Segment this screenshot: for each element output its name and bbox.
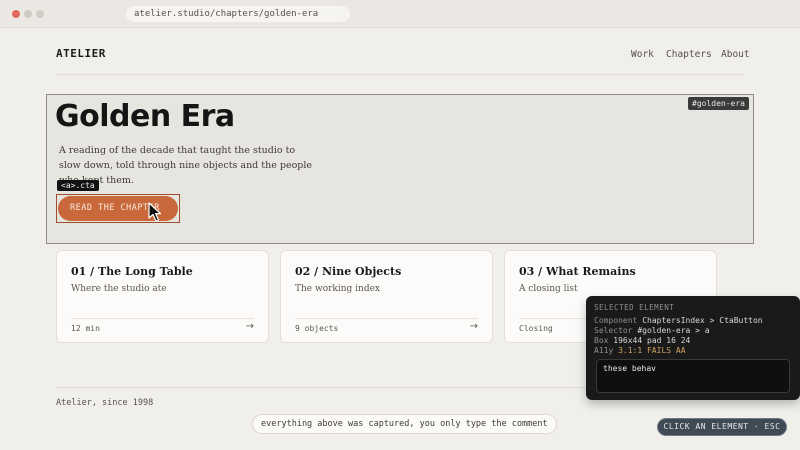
element-inspector-panel[interactable]: SELECTED ELEMENT Component ChaptersIndex…: [586, 296, 800, 400]
comment-input[interactable]: these behav: [596, 359, 790, 393]
arrow-right-icon[interactable]: →: [246, 321, 254, 332]
card-divider: [71, 318, 254, 319]
inspector-heading: SELECTED ELEMENT: [594, 303, 675, 312]
pick-element-button[interactable]: CLICK AN ELEMENT · ESC: [657, 418, 787, 436]
address-bar[interactable]: atelier.studio/chapters/golden-era: [126, 6, 350, 22]
chapter-card-long-table[interactable]: 01 / The Long Table Where the studio ate…: [56, 250, 269, 343]
minimize-window-icon[interactable]: [24, 10, 32, 18]
cta-element-tag: <a>.cta: [57, 180, 99, 191]
inspector-selector-row: Selector #golden-era > a: [594, 326, 710, 335]
card-meta: 9 objects: [295, 324, 339, 333]
card-subtitle: Where the studio ate: [71, 284, 167, 294]
site-logo[interactable]: ATELIER: [56, 47, 106, 60]
inspector-component-row: Component ChaptersIndex > CtaButton: [594, 316, 763, 325]
selector-label: Selector: [594, 326, 633, 335]
nav-link-chapters[interactable]: Chapters: [666, 49, 712, 60]
inspector-box-row: Box 196x44 pad 16 24: [594, 336, 690, 345]
card-title: 01 / The Long Table: [71, 265, 193, 278]
element-id-tag: #golden-era: [688, 97, 749, 110]
a11y-label: A11y: [594, 346, 614, 355]
box-value: 196x44 pad 16 24: [613, 336, 691, 345]
arrow-right-icon[interactable]: →: [470, 321, 478, 332]
footer-text: Atelier, since 1998: [56, 398, 154, 408]
card-meta: 12 min: [71, 324, 100, 333]
component-value: ChaptersIndex > CtaButton: [642, 316, 763, 325]
close-window-icon[interactable]: [12, 10, 20, 18]
selector-value: #golden-era > a: [637, 326, 710, 335]
capture-hint-caption: everything above was captured, you only …: [252, 414, 557, 434]
card-title: 03 / What Remains: [519, 265, 636, 278]
a11y-contrast-value: 3.1:1 FAILS AA: [618, 346, 686, 355]
browser-toolbar: atelier.studio/chapters/golden-era: [0, 0, 800, 28]
chapter-card-nine-objects[interactable]: 02 / Nine Objects The working index 9 ob…: [280, 250, 493, 343]
maximize-window-icon[interactable]: [36, 10, 44, 18]
card-title: 02 / Nine Objects: [295, 265, 402, 278]
card-subtitle: The working index: [295, 284, 380, 294]
card-subtitle: A closing list: [519, 284, 578, 294]
nav-link-work[interactable]: Work: [631, 49, 654, 60]
nav-link-about[interactable]: About: [721, 49, 750, 60]
header-divider: [56, 74, 744, 75]
card-meta: Closing: [519, 324, 553, 333]
mouse-cursor-icon: [148, 202, 162, 222]
card-divider: [295, 318, 478, 319]
page-title: Golden Era: [55, 99, 235, 134]
box-label: Box: [594, 336, 609, 345]
component-label: Component: [594, 316, 638, 325]
inspector-a11y-row: A11y 3.1:1 FAILS AA: [594, 346, 686, 355]
